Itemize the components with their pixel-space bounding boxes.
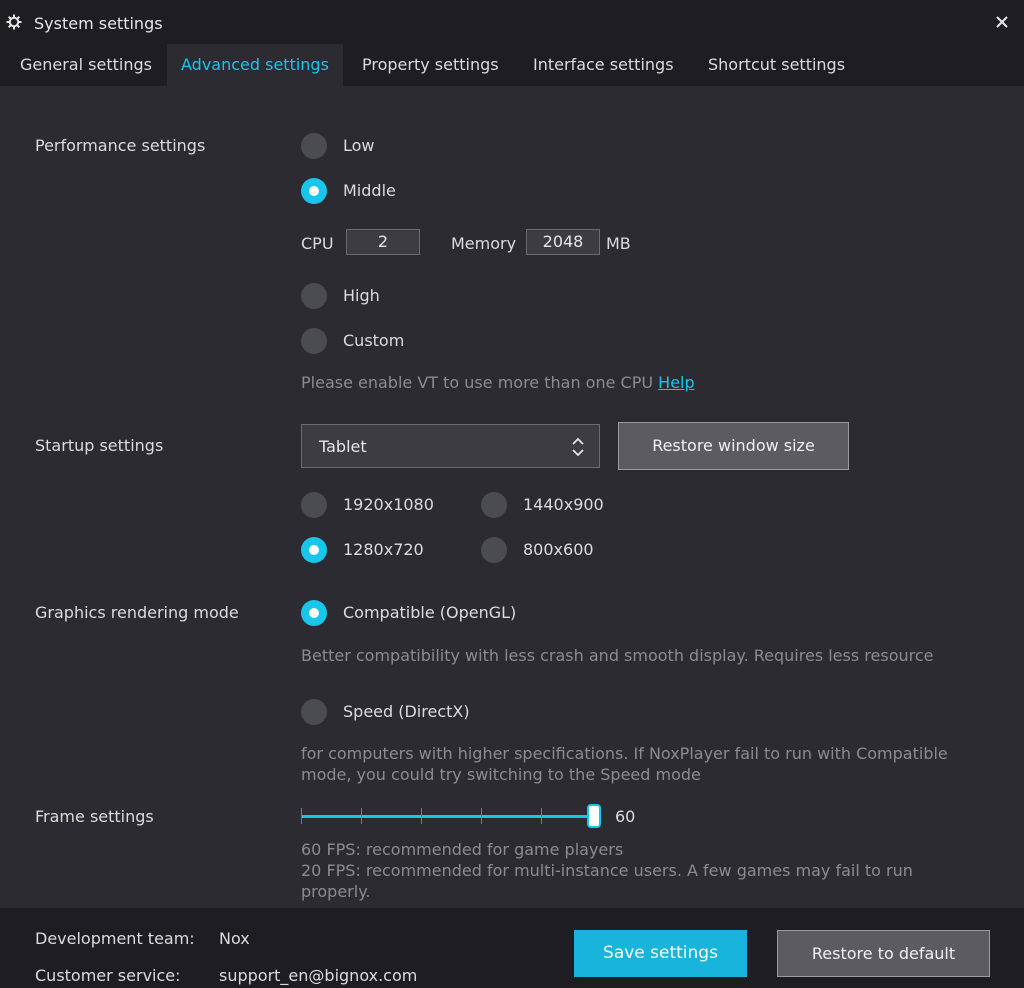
settings-content: Performance settings Low Middle CPU 2 Me… xyxy=(0,86,1024,908)
title-bar: System settings xyxy=(0,0,1024,44)
radio-res-800x600[interactable] xyxy=(481,537,507,563)
radio-performance-custom[interactable] xyxy=(301,328,327,354)
customer-service-label: Customer service: xyxy=(35,966,181,985)
close-icon[interactable] xyxy=(990,10,1014,34)
tab-property-settings[interactable]: Property settings xyxy=(348,44,513,86)
radio-performance-low[interactable] xyxy=(301,133,327,159)
fps-slider-track[interactable] xyxy=(301,815,594,818)
restore-window-size-button[interactable]: Restore window size xyxy=(618,422,849,470)
frame-settings-label: Frame settings xyxy=(35,807,154,826)
restore-to-default-button[interactable]: Restore to default xyxy=(777,930,990,977)
footer: Development team: Nox Customer service: … xyxy=(0,908,1024,988)
slider-tick xyxy=(301,808,302,824)
slider-tick xyxy=(481,808,482,824)
performance-settings-label: Performance settings xyxy=(35,136,206,155)
radio-res-1920x1080[interactable] xyxy=(301,492,327,518)
radio-res-1440x900[interactable] xyxy=(481,492,507,518)
startup-settings-label: Startup settings xyxy=(35,436,164,455)
tab-bar: General settings Advanced settings Prope… xyxy=(0,44,1024,86)
res-1920x1080-label: 1920x1080 xyxy=(343,495,434,514)
cpu-input[interactable]: 2 xyxy=(346,229,420,255)
frame-hint-line-2: 20 FPS: recommended for multi-instance u… xyxy=(301,861,913,880)
slider-tick xyxy=(421,808,422,824)
gear-icon xyxy=(6,14,22,30)
frame-hint-line-1: 60 FPS: recommended for game players xyxy=(301,840,624,859)
slider-tick xyxy=(541,808,542,824)
dev-team-value: Nox xyxy=(219,929,250,948)
memory-input[interactable]: 2048 xyxy=(526,229,600,255)
cpu-label: CPU xyxy=(301,234,334,253)
help-link[interactable]: Help xyxy=(658,373,694,392)
device-type-select[interactable]: Tablet xyxy=(301,424,600,468)
memory-label: Memory xyxy=(451,234,517,253)
speed-hint-line-2: mode, you could try switching to the Spe… xyxy=(301,765,701,784)
fps-value: 60 xyxy=(615,807,636,826)
window-title: System settings xyxy=(34,14,163,33)
compatible-opengl-label: Compatible (OpenGL) xyxy=(343,603,517,622)
chevron-up-down-icon xyxy=(572,437,584,457)
res-800x600-label: 800x600 xyxy=(523,540,594,559)
radio-performance-middle[interactable] xyxy=(301,178,327,204)
memory-unit-label: MB xyxy=(606,234,631,253)
fps-slider-thumb[interactable] xyxy=(587,804,601,828)
tab-advanced-settings[interactable]: Advanced settings xyxy=(167,44,343,86)
radio-compatible-opengl[interactable] xyxy=(301,600,327,626)
radio-speed-directx[interactable] xyxy=(301,699,327,725)
tab-interface-settings[interactable]: Interface settings xyxy=(519,44,688,86)
performance-low-label: Low xyxy=(343,136,375,155)
dev-team-label: Development team: xyxy=(35,929,195,948)
radio-performance-high[interactable] xyxy=(301,283,327,309)
res-1440x900-label: 1440x900 xyxy=(523,495,604,514)
frame-hint-line-3: properly. xyxy=(301,882,371,901)
performance-high-label: High xyxy=(343,286,380,305)
performance-middle-label: Middle xyxy=(343,181,396,200)
customer-service-email: support_en@bignox.com xyxy=(219,966,418,985)
device-type-value: Tablet xyxy=(319,437,367,456)
performance-custom-label: Custom xyxy=(343,331,405,350)
speed-directx-label: Speed (DirectX) xyxy=(343,702,470,721)
graphics-rendering-label: Graphics rendering mode xyxy=(35,603,239,622)
save-settings-button[interactable]: Save settings xyxy=(574,930,747,977)
vt-hint: Please enable VT to use more than one CP… xyxy=(301,372,695,393)
res-1280x720-label: 1280x720 xyxy=(343,540,424,559)
tab-general-settings[interactable]: General settings xyxy=(6,44,166,86)
speed-hint-line-1: for computers with higher specifications… xyxy=(301,744,948,763)
radio-res-1280x720[interactable] xyxy=(301,537,327,563)
vt-hint-text: Please enable VT to use more than one CP… xyxy=(301,373,654,392)
tab-shortcut-settings[interactable]: Shortcut settings xyxy=(694,44,859,86)
slider-tick xyxy=(361,808,362,824)
compatible-hint: Better compatibility with less crash and… xyxy=(301,646,934,665)
